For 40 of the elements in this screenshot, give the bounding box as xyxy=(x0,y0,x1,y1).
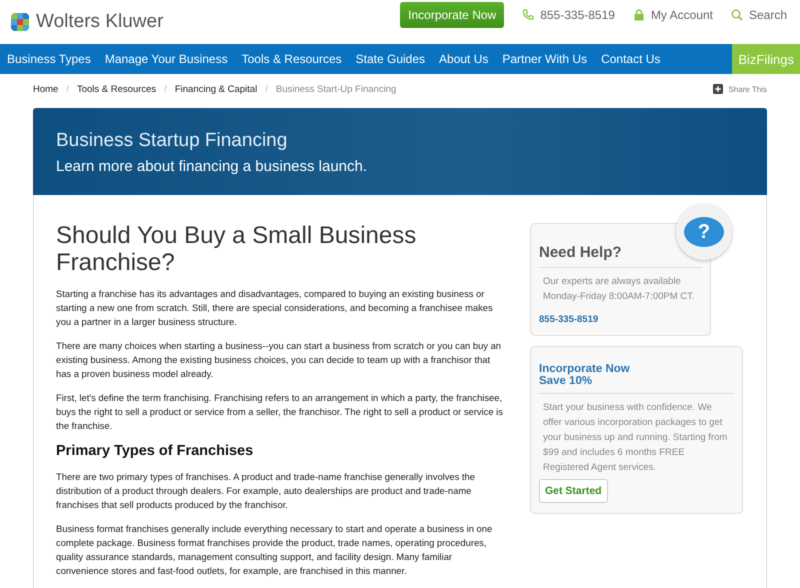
nav-link[interactable]: Business Types xyxy=(7,52,91,66)
search-link[interactable]: Search xyxy=(730,8,787,22)
phone-icon xyxy=(522,9,534,21)
breadcrumb-link[interactable]: Financing & Capital xyxy=(174,84,258,94)
promo-text: Start your business with confidence. We offer various incorporation packages to get your business up and running. Starting from $99 and includes 6 months FREE Registered Agent services. xyxy=(542,401,728,475)
breadcrumb-link[interactable]: Tools & Resources xyxy=(76,84,156,94)
promo-heading: Incorporate Now xyxy=(539,363,631,375)
logo-icon xyxy=(8,10,32,34)
phone-link[interactable]: 855-335-8519 xyxy=(522,8,615,22)
brand-name: Wolters Kluwer xyxy=(36,11,164,33)
nav-link[interactable]: Partner With Us xyxy=(502,52,588,66)
section-heading: Primary Types of Franchises xyxy=(56,443,254,459)
paragraph: Business format franchises generally include everything necessary to start and operate a business in one complete package. Business format franchises provide the product, trade names, operating procedures, quality assurance standards, management consulting support, and facility design. Many familiar convenience stores and fast-food outlets, for example, are franchised in this manner. xyxy=(56,522,494,578)
breadcrumb-link[interactable]: Home xyxy=(33,84,58,94)
nav-link[interactable]: Manage Your Business xyxy=(104,52,228,66)
share-link[interactable]: Share This xyxy=(713,84,767,94)
promo-subheading: Save 10% xyxy=(539,375,594,387)
banner-subtitle: Learn more about financing a business launch. xyxy=(56,158,368,175)
get-started-button[interactable]: Get Started xyxy=(539,479,608,503)
nav-link[interactable]: State Guides xyxy=(356,52,426,66)
paragraph: First, let's define the term franchising. Franchising refers to an arrangement in which a party, the franchisee, buys the right to sell a product or service from a seller, the franchisor. The right to sell a product or service is the franchise. xyxy=(56,391,504,433)
nav-link[interactable]: About Us xyxy=(439,52,488,66)
nav-link[interactable]: Contact Us xyxy=(601,52,660,66)
breadcrumb-separator: / xyxy=(265,84,268,94)
lock-icon xyxy=(632,9,645,21)
breadcrumb-separator: / xyxy=(66,84,69,94)
plus-icon xyxy=(713,84,724,94)
search-icon xyxy=(730,9,743,21)
banner-title: Business Startup Financing xyxy=(56,130,288,152)
breadcrumb-current: Business Start-Up Financing xyxy=(276,84,396,94)
paragraph: There are many choices when starting a business--you can start a business from scratch or you can buy an existing business. Among the existing business choices, you can decide to team up with a franchisor that has a proven business model already. xyxy=(56,339,502,381)
paragraph: There are two primary types of franchises. A product and trade-name franchise generally involves the distribution of a product through dealers. For example, auto dealerships are product and trade-name franchises that sell products produced by the franchisor. xyxy=(56,470,476,512)
phone-link[interactable]: 855-335-8519 xyxy=(539,314,702,325)
help-text: Our experts are always available Monday-Friday 8:00AM-7:00PM CT. xyxy=(542,275,696,304)
account-link[interactable]: My Account xyxy=(632,8,713,22)
incorporate-now-button[interactable]: Incorporate Now xyxy=(400,2,504,28)
breadcrumb-separator: / xyxy=(164,84,167,94)
article-title: Should You Buy a Small Business Franchise? xyxy=(56,222,418,276)
nav-link[interactable]: Tools & Resources xyxy=(242,52,342,66)
paragraph: Starting a franchise has its advantages and disadvantages, compared to buying an existing business or starting a new one from scratch. Still, there are special considerations, and becoming a franchisee makes you a partner in a larger business structure. xyxy=(56,287,494,329)
